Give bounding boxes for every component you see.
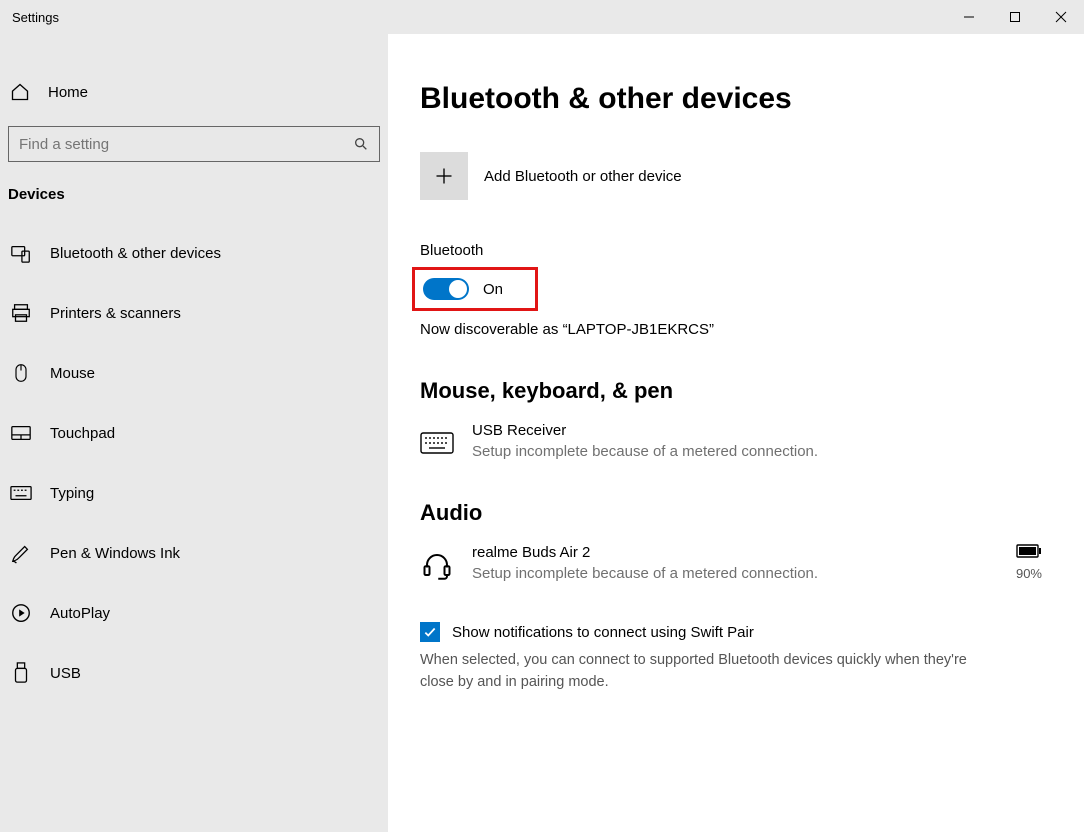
- bluetooth-devices-icon: [10, 242, 32, 264]
- pen-icon: [10, 542, 32, 564]
- device-name: realme Buds Air 2: [472, 544, 818, 561]
- search-input[interactable]: [19, 136, 353, 153]
- swift-pair-label: Show notifications to connect using Swif…: [452, 624, 754, 641]
- swift-pair-checkbox[interactable]: [420, 622, 440, 642]
- home-nav[interactable]: Home: [0, 70, 388, 114]
- sidebar-item-usb[interactable]: USB: [0, 643, 388, 703]
- keyboard-icon: [10, 482, 32, 504]
- page-title: Bluetooth & other devices: [420, 82, 1052, 116]
- search-icon: [353, 136, 369, 152]
- sidebar-item-label: Touchpad: [50, 425, 115, 442]
- discoverable-text: Now discoverable as “LAPTOP-JB1EKRCS”: [420, 321, 1052, 338]
- sidebar-item-label: USB: [50, 665, 81, 682]
- battery-percent: 90%: [1016, 566, 1042, 581]
- keyboard-device-icon: [420, 426, 454, 460]
- sidebar-item-label: Bluetooth & other devices: [50, 245, 221, 262]
- home-label: Home: [48, 84, 88, 101]
- maximize-button[interactable]: [992, 0, 1038, 34]
- toggle-knob: [449, 280, 467, 298]
- minimize-icon: [963, 11, 975, 23]
- touchpad-icon: [10, 422, 32, 444]
- close-icon: [1055, 11, 1067, 23]
- check-icon: [423, 625, 437, 639]
- mouse-section-title: Mouse, keyboard, & pen: [420, 378, 1052, 404]
- search-box[interactable]: [8, 126, 380, 162]
- device-audio-buds[interactable]: realme Buds Air 2 Setup incomplete becau…: [420, 544, 1052, 582]
- device-status: Setup incomplete because of a metered co…: [472, 565, 818, 582]
- sidebar-section-label: Devices: [0, 180, 388, 223]
- minimize-button[interactable]: [946, 0, 992, 34]
- swift-pair-description: When selected, you can connect to suppor…: [420, 650, 980, 694]
- sidebar-item-touchpad[interactable]: Touchpad: [0, 403, 388, 463]
- battery-icon: [1016, 544, 1042, 558]
- device-name: USB Receiver: [472, 422, 818, 439]
- bluetooth-toggle[interactable]: [423, 278, 469, 300]
- headset-icon: [420, 548, 454, 582]
- sidebar-item-label: AutoPlay: [50, 605, 110, 622]
- sidebar-item-label: Pen & Windows Ink: [50, 545, 180, 562]
- close-button[interactable]: [1038, 0, 1084, 34]
- bluetooth-label: Bluetooth: [420, 242, 1052, 259]
- maximize-icon: [1009, 11, 1021, 23]
- toggle-state-label: On: [483, 281, 503, 298]
- add-device-tile: [420, 152, 468, 200]
- sidebar-item-label: Typing: [50, 485, 94, 502]
- home-icon: [10, 82, 30, 102]
- main-content: Bluetooth & other devices Add Bluetooth …: [388, 34, 1084, 832]
- device-status: Setup incomplete because of a metered co…: [472, 443, 818, 460]
- sidebar-item-printers[interactable]: Printers & scanners: [0, 283, 388, 343]
- window-title: Settings: [12, 10, 59, 25]
- sidebar-item-autoplay[interactable]: AutoPlay: [0, 583, 388, 643]
- audio-section-title: Audio: [420, 500, 1052, 526]
- sidebar: Home Devices Bluetooth & other devices P…: [0, 34, 388, 832]
- sidebar-item-mouse[interactable]: Mouse: [0, 343, 388, 403]
- bluetooth-toggle-highlight: On: [412, 267, 538, 311]
- sidebar-item-label: Mouse: [50, 365, 95, 382]
- add-device-label: Add Bluetooth or other device: [484, 168, 682, 185]
- sidebar-item-pen[interactable]: Pen & Windows Ink: [0, 523, 388, 583]
- sidebar-item-bluetooth[interactable]: Bluetooth & other devices: [0, 223, 388, 283]
- printer-icon: [10, 302, 32, 324]
- sidebar-item-label: Printers & scanners: [50, 305, 181, 322]
- add-device-button[interactable]: Add Bluetooth or other device: [420, 152, 1052, 200]
- autoplay-icon: [10, 602, 32, 624]
- usb-icon: [10, 662, 32, 684]
- device-usb-receiver[interactable]: USB Receiver Setup incomplete because of…: [420, 422, 1052, 460]
- sidebar-item-typing[interactable]: Typing: [0, 463, 388, 523]
- plus-icon: [434, 166, 454, 186]
- mouse-icon: [10, 362, 32, 384]
- titlebar: Settings: [0, 0, 1084, 34]
